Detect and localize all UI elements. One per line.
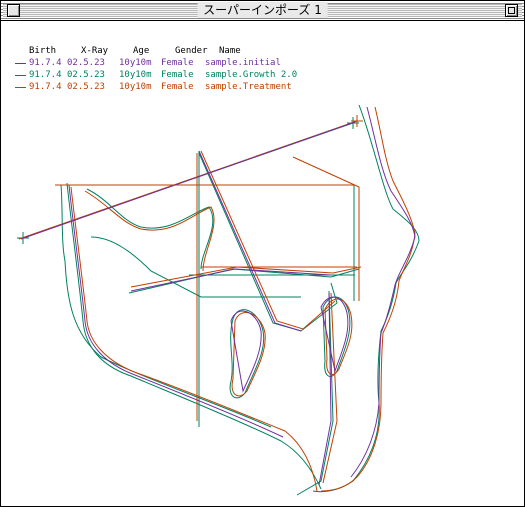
window-title: スーパーインポーズ 1 [197, 2, 328, 18]
title-bar[interactable]: スーパーインポーズ 1 [1, 1, 524, 21]
superimpose-window: スーパーインポーズ 1 Birth X-Ray Age Gender Name … [0, 0, 525, 507]
initial-cranial-base [198, 150, 302, 332]
treatment-cranial-base [200, 150, 336, 330]
tracing-treatment [18, 106, 416, 492]
growth-mandible [66, 182, 322, 490]
growth-palate [86, 188, 214, 270]
growth-cranial-base [198, 152, 338, 332]
initial-profile [350, 106, 416, 478]
treatment-palate [84, 190, 215, 272]
superimposition-canvas[interactable] [1, 21, 524, 506]
initial-occlusal [130, 268, 332, 292]
zoom-inner-icon [508, 7, 515, 14]
initial-sn-line [20, 121, 356, 240]
close-box-icon[interactable] [7, 4, 20, 17]
treatment-mandible [70, 186, 318, 492]
zoom-box-icon[interactable] [505, 4, 518, 17]
